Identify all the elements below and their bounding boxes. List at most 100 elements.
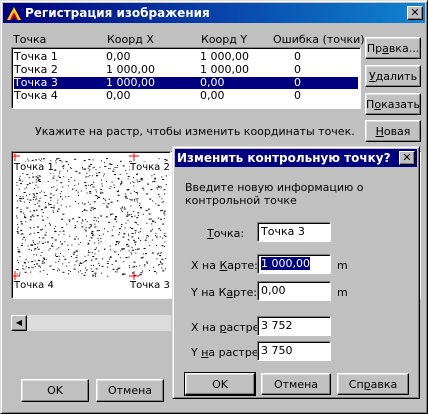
- raster-speckle: [59, 258, 61, 260]
- raster-speckle: [59, 170, 61, 172]
- raster-speckle: [122, 165, 125, 167]
- delete-button[interactable]: Удалить: [365, 65, 421, 87]
- raster-speckle: [103, 203, 105, 205]
- raster-speckle: [99, 166, 101, 168]
- raster-speckle: [132, 272, 134, 274]
- raster-speckle: [120, 184, 122, 186]
- raster-speckle: [107, 260, 109, 262]
- raster-speckle: [35, 199, 37, 201]
- show-button[interactable]: По казать: [365, 93, 421, 115]
- raster-speckle: [29, 199, 32, 201]
- raster-speckle: [92, 256, 95, 257]
- dialog-help-button[interactable]: Сп р авка: [337, 373, 409, 395]
- raster-speckle: [120, 161, 122, 163]
- points-list[interactable]: Точка 1 0,00 1 000,00 0 Точка 2 1 000,00…: [11, 47, 361, 109]
- x-raster-field[interactable]: 3 752: [257, 316, 331, 336]
- raster-speckle: [17, 259, 19, 261]
- control-point-marker[interactable]: [12, 152, 20, 161]
- dialog-close-icon[interactable]: ✕: [399, 151, 415, 165]
- horizontal-scrollbar[interactable]: ◀: [11, 315, 171, 331]
- raster-speckle: [86, 172, 88, 174]
- raster-speckle: [110, 186, 112, 187]
- dialog-cancel-button[interactable]: Отмена: [261, 373, 331, 395]
- new-button[interactable]: Новая: [365, 120, 421, 142]
- raster-speckle: [119, 232, 120, 234]
- close-icon[interactable]: ✕: [407, 6, 423, 20]
- raster-speckle: [35, 244, 37, 245]
- table-row-selected[interactable]: Точка 3 1 000,00 0,00 0: [14, 77, 358, 89]
- raster-speckle: [151, 223, 153, 225]
- raster-speckle: [32, 267, 34, 269]
- raster-speckle: [53, 205, 55, 207]
- raster-speckle: [116, 167, 118, 168]
- y-raster-field[interactable]: 3 750: [257, 341, 331, 361]
- raster-speckle: [107, 275, 109, 277]
- raster-speckle: [60, 191, 62, 193]
- raster-speckle: [55, 190, 57, 191]
- raster-speckle: [108, 199, 110, 200]
- raster-speckle: [43, 269, 45, 271]
- raster-speckle: [143, 189, 145, 191]
- raster-speckle: [65, 206, 67, 208]
- raster-speckle: [118, 253, 120, 255]
- point-field[interactable]: Точка 3: [257, 222, 331, 242]
- raster-speckle: [88, 251, 89, 253]
- raster-speckle: [37, 193, 38, 194]
- raster-speckle: [136, 179, 138, 181]
- y-map-field[interactable]: 0,00: [257, 281, 331, 301]
- raster-speckle: [112, 213, 114, 215]
- raster-speckle: [84, 230, 87, 232]
- raster-speckle: [152, 181, 154, 183]
- scroll-left-icon[interactable]: ◀: [11, 315, 27, 331]
- table-row[interactable]: Точка 2 1 000,00 1 000,00 0: [14, 64, 358, 76]
- cancel-button[interactable]: Отмена: [96, 379, 164, 402]
- raster-speckle: [24, 188, 26, 190]
- raster-speckle: [91, 230, 94, 232]
- title-bar[interactable]: Регистрация изображения: [3, 3, 425, 23]
- raster-speckle: [113, 168, 115, 170]
- raster-speckle: [31, 159, 34, 161]
- raster-speckle: [59, 177, 61, 179]
- raster-speckle: [102, 258, 103, 260]
- raster-speckle: [44, 195, 47, 196]
- raster-speckle: [69, 167, 71, 169]
- edit-button[interactable]: Пр а вка...: [365, 37, 421, 59]
- raster-speckle: [128, 239, 130, 241]
- raster-speckle: [33, 232, 35, 234]
- raster-speckle: [86, 192, 88, 194]
- raster-speckle: [58, 175, 60, 177]
- control-point-marker[interactable]: [129, 152, 139, 161]
- dialog-title[interactable]: Изменить контрольную точку?: [175, 149, 417, 167]
- raster-speckle: [93, 181, 95, 183]
- ok-button[interactable]: OK: [21, 379, 89, 402]
- raster-speckle: [126, 173, 128, 175]
- raster-speckle: [127, 176, 130, 178]
- raster-speckle: [151, 252, 154, 254]
- window-title: Регистрация изображения: [25, 6, 210, 20]
- raster-preview[interactable]: Точка 1 Точка 2 Точка 4 Точка 3: [11, 151, 171, 299]
- raster-speckle: [145, 210, 148, 212]
- table-row[interactable]: Точка 1 0,00 1 000,00 0: [14, 51, 358, 63]
- y-map-label: Y на Карте:: [191, 286, 258, 299]
- x-map-field[interactable]: 1 000,00: [257, 254, 331, 274]
- raster-speckle: [64, 258, 67, 260]
- dialog-ok-button[interactable]: OK: [184, 372, 256, 396]
- raster-speckle: [117, 190, 119, 192]
- raster-speckle: [107, 231, 109, 233]
- raster-speckle: [78, 271, 80, 273]
- raster-speckle: [43, 258, 45, 260]
- raster-speckle: [24, 214, 26, 216]
- raster-speckle: [127, 178, 129, 180]
- raster-speckle: [92, 186, 95, 188]
- raster-speckle: [78, 183, 79, 185]
- raster-image: [12, 152, 168, 281]
- raster-speckle: [25, 221, 27, 223]
- table-row[interactable]: Точка 4 0,00 0,00 0: [14, 90, 358, 102]
- raster-speckle: [90, 210, 92, 212]
- raster-speckle: [42, 260, 44, 262]
- raster-speckle: [82, 219, 83, 221]
- raster-speckle: [115, 260, 117, 262]
- raster-speckle: [93, 217, 95, 219]
- raster-speckle: [26, 184, 29, 186]
- raster-speckle: [129, 267, 131, 269]
